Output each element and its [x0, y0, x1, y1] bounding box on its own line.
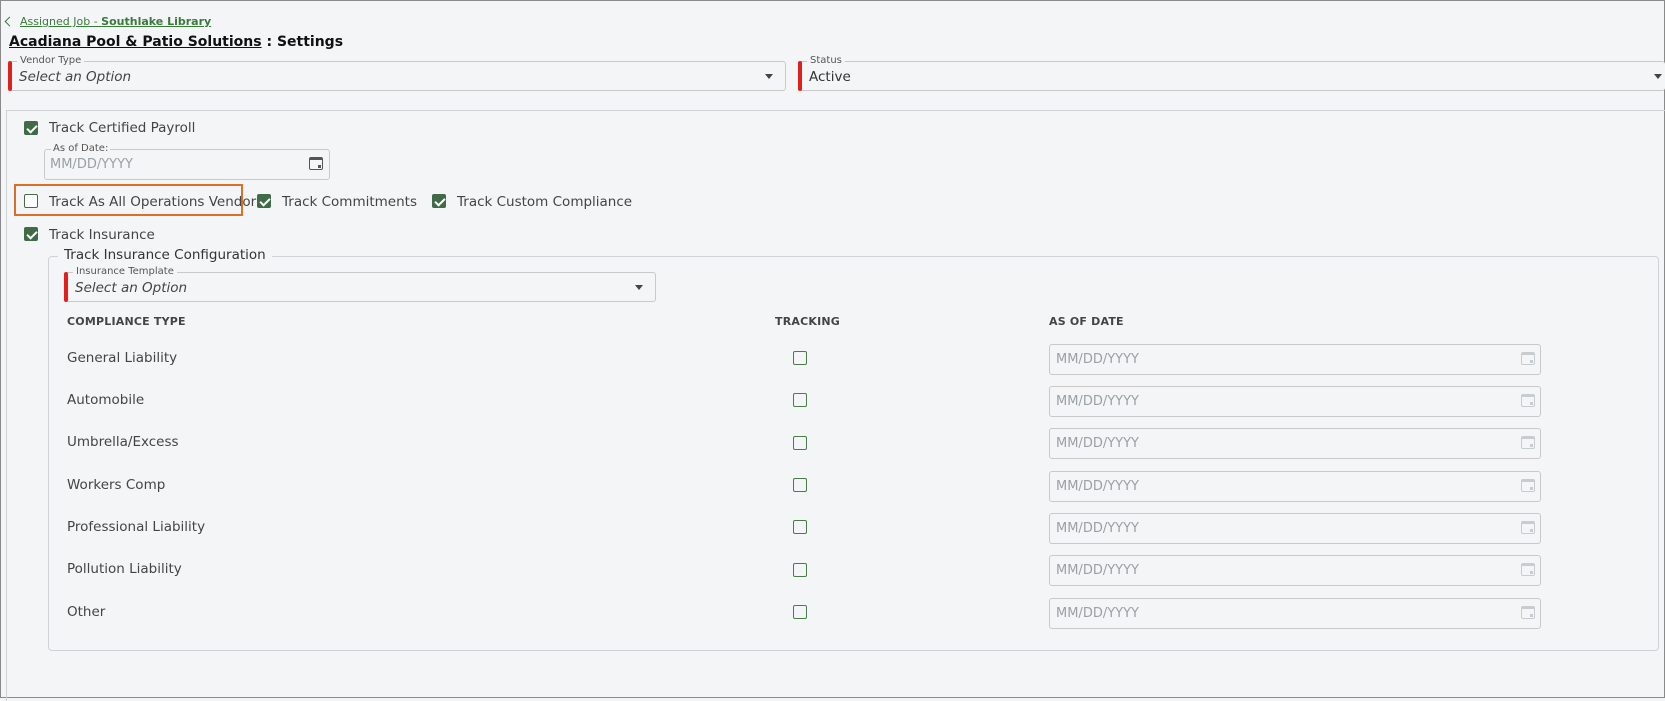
dropdown-caret-icon [1654, 74, 1662, 79]
date-placeholder: MM/DD/YYYY [1056, 436, 1139, 451]
title-separator: : [266, 34, 273, 50]
calendar-icon[interactable] [1521, 352, 1535, 365]
as-of-date-input[interactable]: MM/DD/YYYY [1049, 386, 1541, 417]
compliance-row-label: Workers Comp [67, 477, 166, 493]
date-placeholder: MM/DD/YYYY [1056, 521, 1139, 536]
track-commitments-checkbox[interactable] [257, 194, 271, 208]
breadcrumb-prefix: Assigned Job - [20, 15, 102, 28]
calendar-icon[interactable] [309, 157, 323, 170]
calendar-icon[interactable] [1521, 479, 1535, 492]
calendar-icon[interactable] [1521, 606, 1535, 619]
tracking-checkbox[interactable] [793, 520, 807, 534]
insurance-template-label: Insurance Template [73, 266, 177, 278]
compliance-row-label: Umbrella/Excess [67, 434, 179, 450]
calendar-icon[interactable] [1521, 521, 1535, 534]
status-value: Active [809, 69, 851, 85]
tracking-checkbox[interactable] [793, 605, 807, 619]
compliance-row-label: Professional Liability [67, 519, 206, 535]
as-of-date-input[interactable]: MM/DD/YYYY [1049, 513, 1541, 544]
as-of-date-label: As of Date: [51, 143, 111, 155]
as-of-date-placeholder: MM/DD/YYYY [50, 157, 133, 172]
breadcrumb[interactable]: Assigned Job - Southlake Library [4, 15, 211, 28]
date-placeholder: MM/DD/YYYY [1056, 479, 1139, 494]
as-of-date-input[interactable]: MM/DD/YYYY [1049, 598, 1541, 629]
required-indicator [64, 272, 68, 302]
column-header-compliance-type: COMPLIANCE TYPE [67, 315, 186, 328]
as-of-date-input[interactable]: MM/DD/YYYY [1049, 428, 1541, 459]
calendar-icon[interactable] [1521, 394, 1535, 407]
date-placeholder: MM/DD/YYYY [1056, 394, 1139, 409]
calendar-icon[interactable] [1521, 436, 1535, 449]
track-certified-payroll-label: Track Certified Payroll [49, 120, 196, 136]
section-name: Settings [276, 34, 344, 50]
column-header-as-of-date: AS OF DATE [1049, 315, 1124, 328]
vendor-type-select[interactable]: Vendor Type Select an Option [8, 55, 786, 91]
track-custom-compliance-checkbox[interactable] [432, 194, 446, 208]
track-all-operations-label: Track As All Operations Vendor [49, 194, 257, 210]
vendor-name-link[interactable]: Acadiana Pool & Patio Solutions [9, 34, 262, 50]
track-all-operations-checkbox[interactable] [24, 194, 38, 208]
breadcrumb-link[interactable]: Assigned Job - Southlake Library [20, 15, 211, 28]
track-custom-compliance-label: Track Custom Compliance [457, 194, 633, 210]
status-select[interactable]: Status Active [798, 55, 1665, 91]
as-of-date-input[interactable]: MM/DD/YYYY [1049, 344, 1541, 375]
dropdown-caret-icon [635, 285, 643, 290]
required-indicator [798, 61, 802, 91]
calendar-icon[interactable] [1521, 563, 1535, 576]
track-insurance-checkbox[interactable] [24, 227, 38, 241]
insurance-template-select[interactable]: Insurance Template Select an Option [64, 266, 656, 302]
as-of-date-input[interactable]: MM/DD/YYYY [1049, 471, 1541, 502]
track-insurance-label: Track Insurance [49, 227, 155, 243]
vendor-type-value: Select an Option [19, 69, 132, 85]
track-commitments-label: Track Commitments [282, 194, 417, 210]
date-placeholder: MM/DD/YYYY [1056, 606, 1139, 621]
tracking-checkbox[interactable] [793, 393, 807, 407]
as-of-date-input[interactable]: MM/DD/YYYY [1049, 555, 1541, 586]
compliance-row-label: Automobile [67, 392, 145, 408]
date-placeholder: MM/DD/YYYY [1056, 563, 1139, 578]
compliance-row-label: Other [67, 604, 106, 620]
tracking-checkbox[interactable] [793, 563, 807, 577]
tracking-checkbox[interactable] [793, 478, 807, 492]
required-indicator [8, 61, 12, 91]
compliance-row-label: General Liability [67, 350, 178, 366]
tracking-checkbox[interactable] [793, 436, 807, 450]
insurance-template-value: Select an Option [75, 280, 188, 296]
tracking-checkbox[interactable] [793, 351, 807, 365]
column-header-tracking: TRACKING [775, 315, 841, 328]
status-label: Status [807, 55, 845, 67]
insurance-config-title: Track Insurance Configuration [58, 247, 272, 263]
dropdown-caret-icon [765, 74, 773, 79]
date-placeholder: MM/DD/YYYY [1056, 352, 1139, 367]
compliance-row-label: Pollution Liability [67, 561, 182, 577]
breadcrumb-job: Southlake Library [101, 15, 212, 28]
vendor-type-label: Vendor Type [17, 55, 85, 67]
as-of-date-field[interactable]: As of Date: MM/DD/YYYY [44, 143, 330, 180]
back-chevron-icon[interactable] [4, 16, 15, 27]
page-title: Acadiana Pool & Patio Solutions : Settin… [9, 34, 343, 50]
track-certified-payroll-checkbox[interactable] [24, 121, 38, 135]
